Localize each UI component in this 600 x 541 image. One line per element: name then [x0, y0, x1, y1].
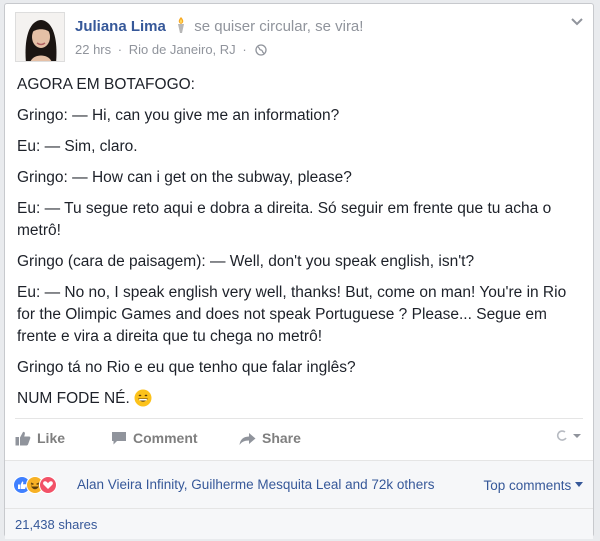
shares-count[interactable]: 21,438 shares [15, 517, 97, 532]
like-label: Like [37, 430, 66, 446]
top-comments-label: Top comments [483, 478, 572, 493]
post-body: AGORA EM BOTAFOGO: Gringo: — Hi, can you… [17, 74, 583, 419]
top-comments-dropdown[interactable]: Top comments [483, 478, 583, 493]
author-name[interactable]: Juliana Lima [75, 18, 166, 35]
avatar[interactable] [15, 12, 65, 62]
share-arrow-icon [239, 433, 256, 445]
post-location[interactable]: Rio de Janeiro, RJ [129, 42, 236, 57]
reaction-names[interactable]: Alan Vieira Infinity, Guilherme Mesquita… [77, 477, 434, 492]
loading-ring-icon [556, 430, 581, 441]
grinning-face-icon [134, 389, 152, 407]
post-line: AGORA EM BOTAFOGO: [17, 76, 195, 93]
divider-top [5, 460, 593, 461]
post-line: Gringo: — Hi, can you give me an informa… [17, 107, 340, 124]
meta-separator: · [117, 42, 123, 57]
audience-selector[interactable] [555, 430, 583, 445]
post-line: Eu: — Tu segue reto aqui e dobra a direi… [17, 200, 552, 239]
caret-down-icon [575, 482, 583, 487]
speech-bubble-icon [112, 432, 126, 445]
post-card: Juliana Lima se quiser circular, se vira… [4, 3, 594, 539]
love-reaction-icon [39, 476, 57, 494]
like-button[interactable]: Like [15, 430, 65, 446]
thumbs-up-icon [15, 431, 31, 446]
share-label: Share [262, 430, 301, 446]
comment-label: Comment [133, 430, 198, 446]
post-header: Juliana Lima se quiser circular, se vira… [15, 12, 563, 64]
reactions-bar: Alan Vieira Infinity, Guilherme Mesquita… [5, 460, 593, 508]
olympic-torch-icon [178, 17, 185, 33]
post-line: Gringo (cara de paisagem): — Well, don't… [17, 253, 475, 270]
divider [15, 418, 583, 419]
post-line: Eu: — Sim, claro. [17, 138, 138, 155]
share-button[interactable]: Share [239, 430, 301, 446]
post-last-line: NUM FODE NÉ. [17, 388, 583, 410]
post-line-final: NUM FODE NÉ. [17, 390, 130, 407]
action-bar: Like Comment Share [15, 424, 583, 454]
feeling-text: se quiser circular, se vira! [194, 18, 364, 35]
reaction-icons[interactable] [13, 476, 75, 494]
post-time[interactable]: 22 hrs [75, 42, 111, 57]
post-line: Gringo tá no Rio e eu que tenho que fala… [17, 359, 356, 376]
post-line: Eu: — No no, I speak english very well, … [17, 284, 567, 345]
post-meta: 22 hrs · Rio de Janeiro, RJ · [75, 42, 267, 57]
globe-icon [255, 44, 267, 56]
chevron-down-icon[interactable] [571, 18, 583, 26]
post-line: Gringo: — How can i get on the subway, p… [17, 169, 352, 186]
shares-bar: 21,438 shares [5, 508, 593, 539]
comment-button[interactable]: Comment [111, 430, 198, 446]
meta-separator-2: · [242, 42, 247, 57]
